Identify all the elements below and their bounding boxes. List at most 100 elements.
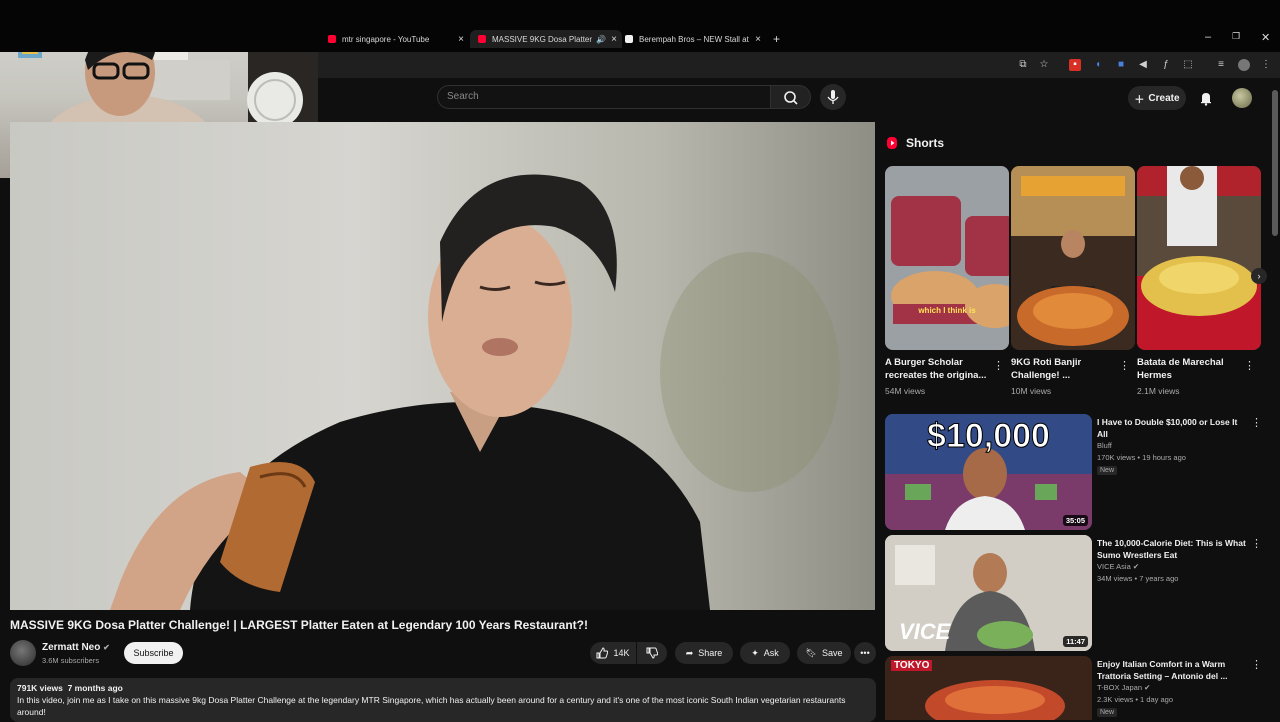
- recommended-channel[interactable]: VICE Asia ✔: [1097, 561, 1139, 573]
- save-button[interactable]: 🔖︎ Save: [797, 642, 851, 664]
- batata-image: [1137, 166, 1261, 350]
- more-actions-button[interactable]: •••: [854, 642, 876, 664]
- short-views: 2.1M views: [1137, 386, 1180, 396]
- short-thumbnail-burger[interactable]: which I think is: [885, 166, 1009, 350]
- channel-avatar[interactable]: [10, 640, 36, 666]
- tab-title: Berempah Bros – NEW Stall at: [639, 34, 749, 44]
- recommended-thumbnail-sumo[interactable]: VICE 11:47: [885, 535, 1092, 651]
- tab-title: mtr singapore - YouTube: [342, 34, 430, 44]
- notifications-bell-icon[interactable]: [1198, 90, 1214, 106]
- search-input[interactable]: Search: [437, 85, 771, 109]
- video-options-icon[interactable]: ⋮: [1251, 658, 1262, 671]
- tab-title: MASSIVE 9KG Dosa Platter: [492, 34, 593, 44]
- recommended-channel[interactable]: Bluff: [1097, 440, 1112, 452]
- verified-check-icon: ✔: [1132, 562, 1140, 571]
- recommended-title[interactable]: The 10,000-Calorie Diet: This is What Su…: [1097, 537, 1247, 561]
- short-thumbnail-batata[interactable]: [1137, 166, 1261, 350]
- share-icon: ➦: [685, 647, 694, 658]
- recommended-title[interactable]: I Have to Double $10,000 or Lose It All: [1097, 416, 1247, 440]
- video-duration: 35:05: [1062, 515, 1088, 526]
- thumbnail-text: $10,000: [927, 417, 1051, 456]
- tab-mtr-singapore[interactable]: mtr singapore - YouTube ×: [328, 30, 464, 48]
- extension-audio-icon[interactable]: ◖: [1092, 59, 1104, 71]
- install-icon[interactable]: ⧉: [1017, 59, 1029, 71]
- save-label: Save: [821, 648, 843, 658]
- profile-icon[interactable]: [1238, 59, 1250, 71]
- shorts-heading-text: Shorts: [906, 136, 945, 150]
- volume-extension-icon[interactable]: ◀: [1137, 59, 1149, 71]
- video-options-icon[interactable]: ⋮: [1251, 537, 1262, 550]
- dislike-button[interactable]: [637, 642, 667, 664]
- share-button[interactable]: ➦ Share: [675, 642, 733, 664]
- short-title[interactable]: 9KG Roti Banjir Challenge! ...: [1011, 356, 1119, 382]
- video-frame: [110, 174, 840, 610]
- short-options-icon[interactable]: ⋮: [993, 359, 1004, 372]
- new-tab-button[interactable]: +: [773, 30, 780, 48]
- search-icon: [784, 91, 798, 105]
- short-title[interactable]: Batata de Marechal Hermes: [1137, 356, 1245, 382]
- recommended-title[interactable]: Enjoy Italian Comfort in a Warm Trattori…: [1097, 658, 1247, 682]
- channel-name-text: VICE Asia: [1097, 562, 1131, 571]
- subscribe-button[interactable]: Subscribe: [124, 642, 183, 664]
- page-scrollbar[interactable]: [1272, 90, 1278, 236]
- short-title[interactable]: A Burger Scholar recreates the origina..…: [885, 356, 993, 382]
- ask-button[interactable]: ✦ Ask: [740, 642, 790, 664]
- tab-dosa-platter[interactable]: MASSIVE 9KG Dosa Platter 🔊 ×: [470, 30, 622, 48]
- description-text: In this video, join me as I take on this…: [17, 695, 846, 717]
- restore-icon[interactable]: ❐: [1232, 31, 1240, 42]
- browser-menu-icon[interactable]: ⋮: [1260, 59, 1272, 71]
- like-button[interactable]: 14K: [590, 642, 636, 664]
- extension-red-icon[interactable]: ▪: [1069, 59, 1081, 71]
- extensions-puzzle-icon[interactable]: ⬚: [1182, 59, 1194, 71]
- bookmark-star-icon[interactable]: ☆: [1038, 59, 1050, 71]
- short-thumbnail-roti[interactable]: [1011, 166, 1135, 350]
- video-title: MASSIVE 9KG Dosa Platter Challenge! | LA…: [10, 618, 588, 632]
- voice-search-button[interactable]: [820, 84, 846, 110]
- recommended-views-age: 34M views • 7 years ago: [1097, 574, 1179, 583]
- close-window-icon[interactable]: ✕: [1261, 31, 1270, 44]
- shorts-next-chevron-icon[interactable]: ›: [1251, 268, 1267, 284]
- video-options-icon[interactable]: ⋮: [1251, 416, 1262, 429]
- create-label: Create: [1148, 92, 1180, 104]
- channel-name-text: T-BOX Japan: [1097, 683, 1143, 692]
- close-tab-icon[interactable]: ×: [755, 34, 761, 45]
- reading-list-icon[interactable]: ≡: [1215, 59, 1227, 71]
- recommended-thumbnail-bluff[interactable]: $10,000 35:05: [885, 414, 1092, 530]
- minimize-icon[interactable]: –: [1205, 31, 1211, 43]
- thumbs-up-icon: [596, 647, 609, 659]
- channel-name[interactable]: Zermatt Neo ✔: [42, 642, 110, 653]
- create-button[interactable]: ＋ Create: [1128, 86, 1186, 110]
- short-caption: which I think is: [918, 306, 976, 315]
- ask-label: Ask: [763, 648, 779, 658]
- view-count: 791K views: [17, 683, 63, 693]
- channel-name-text: Zermatt Neo: [42, 642, 101, 653]
- description-box[interactable]: 791K views 7 months ago In this video, j…: [10, 678, 876, 722]
- page-favicon-icon: [625, 35, 633, 43]
- recommended-thumbnail-trattoria[interactable]: TOKYO: [885, 656, 1092, 720]
- new-badge: New: [1097, 708, 1118, 717]
- verified-check-icon: ✔: [103, 643, 110, 652]
- account-avatar[interactable]: [1232, 88, 1252, 108]
- extension-blue-icon[interactable]: ■: [1115, 59, 1127, 71]
- video-stats: 791K views 7 months ago: [17, 682, 869, 694]
- share-label: Share: [698, 648, 723, 658]
- tab-berempah-bros[interactable]: Berempah Bros – NEW Stall at ×: [625, 30, 761, 48]
- verified-check-icon: ✔: [1144, 683, 1151, 692]
- video-player[interactable]: [10, 122, 875, 610]
- shorts-heading: Shorts: [886, 136, 944, 150]
- recommended-channel[interactable]: T-BOX Japan ✔: [1097, 682, 1150, 694]
- recommended-views-age: 170K views • 19 hours ago: [1097, 453, 1186, 462]
- bookmark-icon: 🔖︎: [805, 647, 817, 658]
- youtube-favicon-icon: [328, 35, 336, 43]
- short-options-icon[interactable]: ⋮: [1119, 359, 1130, 372]
- speaker-icon[interactable]: 🔊: [596, 35, 606, 44]
- short-options-icon[interactable]: ⋮: [1244, 359, 1255, 372]
- close-tab-icon[interactable]: ×: [458, 34, 464, 45]
- extension-f-icon[interactable]: ƒ: [1160, 59, 1172, 71]
- search-button[interactable]: [771, 85, 811, 109]
- upload-age: 7 months ago: [67, 683, 123, 693]
- close-tab-icon[interactable]: ×: [611, 34, 617, 45]
- new-badge: New: [1097, 466, 1118, 475]
- shorts-logo-icon: [887, 137, 897, 149]
- thumbs-down-icon: [646, 647, 658, 659]
